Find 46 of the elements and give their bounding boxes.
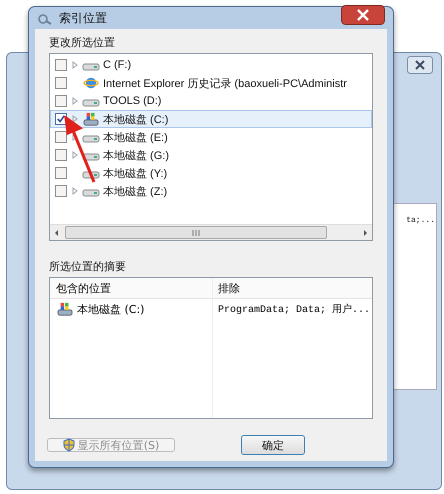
table-cell-text: ta;... — [406, 215, 436, 225]
item-label: 本地磁盘 (E:) — [103, 130, 168, 145]
item-label: Internet Explorer 历史记录 (baoxueli-PC\Administr — [103, 76, 347, 91]
checkbox[interactable] — [55, 59, 67, 72]
close-icon[interactable] — [407, 56, 433, 74]
tree-item[interactable]: 本地磁盘 (G:) — [50, 146, 372, 164]
expand-icon[interactable] — [71, 61, 79, 70]
expand-icon[interactable] — [71, 97, 79, 106]
checkbox[interactable] — [55, 95, 67, 108]
expand-icon[interactable] — [71, 133, 79, 142]
item-label: 本地磁盘 (C:) — [103, 112, 168, 127]
system-drive-icon — [82, 112, 100, 126]
table-cell: 本地磁盘 (C:) — [77, 302, 144, 317]
close-icon[interactable] — [341, 5, 385, 26]
scroll-left-icon[interactable] — [53, 228, 61, 237]
tree-item[interactable]: 本地磁盘 (E:) — [50, 128, 372, 146]
grip-icon — [191, 228, 201, 237]
tree-item[interactable]: Internet Explorer 历史记录 (baoxueli-PC\Administr — [50, 74, 372, 92]
expand-icon[interactable] — [71, 151, 79, 160]
item-label: 本地磁盘 (G:) — [103, 148, 169, 163]
checkbox[interactable] — [55, 77, 67, 90]
group-label: 更改所选位置 — [49, 35, 116, 50]
checkbox[interactable] — [55, 185, 67, 198]
item-label: C (F:) — [103, 59, 132, 72]
ok-button[interactable]: 确定 — [241, 435, 305, 456]
tree-item[interactable]: 本地磁盘 (Z:) — [50, 182, 372, 200]
checkbox[interactable] — [55, 149, 67, 162]
expand-icon[interactable] — [71, 115, 79, 124]
expand-icon[interactable] — [71, 187, 79, 196]
scroll-right-icon[interactable] — [361, 228, 369, 237]
checkbox[interactable] — [55, 131, 67, 144]
tree-item[interactable]: 本地磁盘 (Y:) — [50, 164, 372, 182]
group-label: 所选位置的摘要 — [49, 259, 127, 274]
window-title: 索引位置 — [59, 10, 108, 27]
tree-item[interactable]: C (F:) — [50, 56, 372, 74]
globe-icon — [82, 76, 100, 90]
checkbox[interactable] — [55, 167, 67, 180]
item-label: 本地磁盘 (Y:) — [103, 166, 168, 181]
system-drive-icon — [56, 302, 74, 316]
table-cell-text: ProgramData; Data; 用户... — [217, 302, 372, 316]
horizontal-scrollbar[interactable] — [50, 224, 372, 240]
tree-item[interactable]: TOOLS (D:) — [50, 92, 372, 110]
shield-icon — [62, 438, 75, 452]
item-label: 本地磁盘 (Z:) — [103, 184, 168, 199]
item-label: TOOLS (D:) — [103, 95, 162, 108]
tree-item[interactable]: 本地磁盘 (C:) — [50, 110, 372, 128]
